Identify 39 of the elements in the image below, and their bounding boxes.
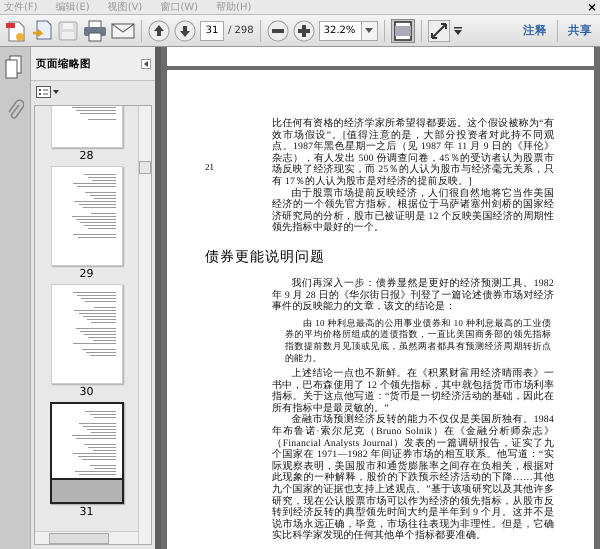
- zoom-field[interactable]: 32.2%: [318, 20, 363, 40]
- collapse-button[interactable]: [141, 58, 151, 68]
- fit-page-button[interactable]: [390, 18, 415, 42]
- section-heading: 债券更能说明问题: [205, 248, 326, 266]
- paragraph: 金融市场预测经济反转的能力不仅仅是美国所独有。1984 年布鲁诺·索尔尼克（Bruno Solnik）在《金融分析师杂志》（Financial Analysts Journal）发表的一篇调研报告，证实了九个国家在 1971—1982 年间证券市场的相互联系。他写道：“实际观察表明，美国股市和通货膨胀率之间存在负相关，根据对此现象的一种解释，股价的下跌预示经济活动的下降……其他九个国家的证据也支持上述观点。”基于该项研究以及其他许多研究，现在公认股票市场可以作为经济的领先指标，从股市反转到经济反转的典型领先时间大约是半年到 9 个月。这并不是说市场永远正确，毕竟，市场往往表现为非理性。但是，它确实比科学家发现的任何其他单个指标都要准确。: [272, 414, 554, 542]
- full-screen-button[interactable]: [428, 20, 450, 42]
- page-number: 28: [80, 149, 94, 162]
- list-icon: [36, 86, 60, 98]
- zoom-out-icon[interactable]: [266, 20, 289, 42]
- paragraph: 由于股票市场提前反映经济，人们很自然地将它当作美国经济的一个领先官方指标。根据位于马萨诸塞州剑桥的国家经济研究局的分析，股市已被证明是 12 个反映美国经济的周期性领先指标中最好的一个。: [272, 188, 554, 234]
- caret-icon: [144, 60, 148, 66]
- options-button[interactable]: [36, 86, 60, 98]
- document-arrow-icon[interactable]: [31, 18, 53, 42]
- page-icon: [394, 20, 412, 40]
- paragraph: 我们再深入一步：债券显然是更好的经济预测工具。1982 年 9 月 28 日的《华尔街日报》刊登了一篇论述债券市场对经济事件的反映能力的文章，该文的结论是：: [272, 278, 554, 313]
- page-number: 30: [80, 385, 94, 398]
- caret-icon[interactable]: [454, 26, 462, 34]
- panel-tab[interactable]: 共享: [564, 23, 596, 38]
- page-number: 29: [80, 267, 94, 280]
- panel-title: 页面缩略图: [36, 56, 92, 70]
- paragraph: 比任何有资格的经济学家所希望得都要远。这个假设被称为“有效市场假设”。[值得注意的是，大部分投资者对此持不同观点。1987年黑色星期一之后（见 1987 年 11 月 9 日的《拜伦》杂志），有人发出 500 份调查问卷，45％的受访者认为股票市场反映了经济现实，而 25％的人认为股市与经济毫无关系，只有 17％的人认为股市是对经济的提前反映。]: [272, 118, 554, 188]
- print-icon[interactable]: [83, 20, 107, 42]
- email-icon[interactable]: [111, 22, 135, 40]
- block-quote: 由 10 种利息最高的公用事业债券和 10 种利息最高的工业债券的平均价格所组成的道债指数，一直比美国商务部的领先指标指数提前数月见顶或见底，虽然两者都具有预测经济周期转折点的能力。: [285, 318, 551, 364]
- close-button[interactable]: ×: [586, 0, 597, 14]
- page-number-field[interactable]: 31: [200, 20, 224, 40]
- page-thumbnail[interactable]: [50, 402, 124, 504]
- page-count: / 298: [228, 25, 254, 36]
- zoom-in-icon[interactable]: [292, 20, 315, 42]
- page-number: 31: [80, 505, 94, 518]
- expand-arrows-icon: [430, 22, 448, 40]
- horizontal-scrollbar[interactable]: [35, 531, 138, 544]
- panel-tab[interactable]: 注释: [519, 23, 551, 38]
- caret-icon: [365, 28, 374, 33]
- paperclip-icon[interactable]: [6, 99, 24, 121]
- paragraph: 上述结论一点也不新鲜。在《积累财富用经济晴雨表》一书中，巴布森使用了 12 个领先指标，其中就包括货币市场利率指标。关于这点他写道：“货币是一切经济活动的基础，因此在所有指标中是最灵敏的。”: [272, 368, 554, 414]
- document-star-icon[interactable]: [5, 18, 27, 42]
- margin-note: 21: [205, 162, 215, 172]
- vertical-scrollbar[interactable]: [138, 106, 151, 544]
